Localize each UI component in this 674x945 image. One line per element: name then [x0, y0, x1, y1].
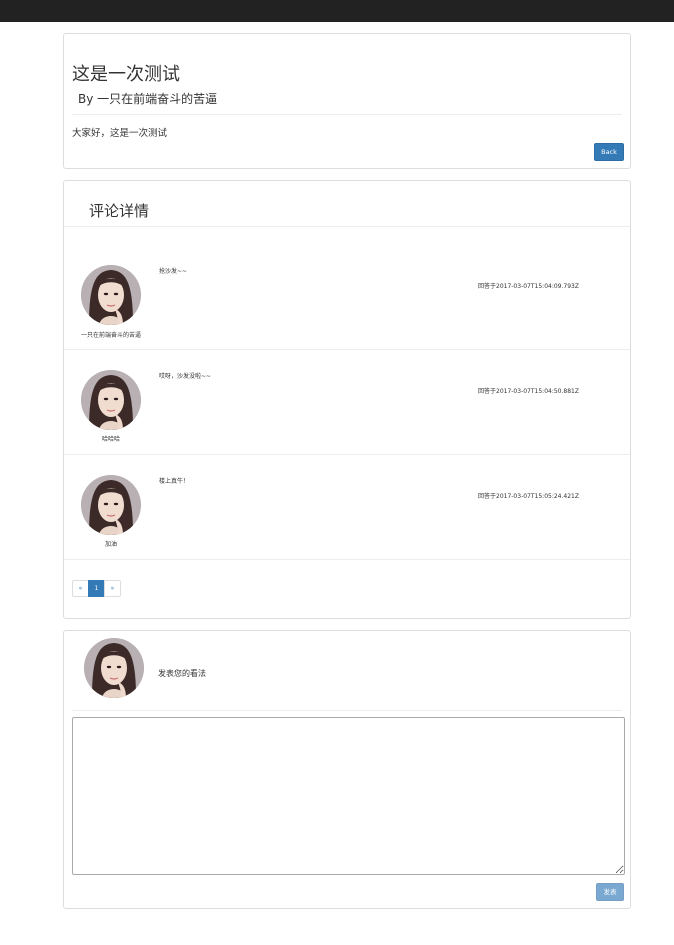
post-title: 这是一次测试: [72, 64, 180, 85]
avatar-portrait-icon: [81, 370, 141, 430]
comment-username: 一只在前端奋斗的苦逼: [80, 332, 141, 339]
avatar-portrait-icon: [84, 638, 144, 698]
current-user-avatar: [84, 638, 144, 698]
reply-prompt-label: 发表您的看法: [158, 669, 206, 678]
avatar: [81, 265, 141, 325]
avatar-portrait-icon: [81, 265, 141, 325]
comment-item: 加油 楼上真牛！ 回答于2017-03-07T15:05:24.421Z: [64, 455, 630, 560]
comment-timestamp: 回答于2017-03-07T15:04:09.793Z: [478, 283, 579, 290]
post-divider: [72, 114, 622, 115]
comment-item: 哈哈哈 哎呀，沙发没啦~~ 回答于2017-03-07T15:04:50.881…: [64, 350, 630, 455]
back-button[interactable]: Back: [594, 143, 624, 161]
post-author: By 一只在前端奋斗的苦逼: [78, 92, 218, 106]
post-body: 大家好，这是一次测试: [72, 128, 168, 139]
comment-timestamp: 回答于2017-03-07T15:04:50.881Z: [478, 388, 579, 395]
comments-title: 评论详情: [89, 202, 150, 220]
comment-username: 哈哈哈: [101, 436, 120, 443]
comment-text: 哎呀，沙发没啦~~: [159, 373, 212, 380]
pagination: « 1 »: [72, 580, 121, 597]
submit-comment-button[interactable]: 发表: [596, 883, 624, 901]
reply-panel: 发表您的看法 发表: [63, 630, 631, 909]
reply-divider: [72, 710, 622, 711]
pagination-page-1[interactable]: 1: [88, 580, 105, 597]
comment-list: 一只在前端奋斗的苦逼 抢沙发~~ 回答于2017-03-07T15:04:09.…: [64, 227, 630, 560]
avatar: [81, 370, 141, 430]
avatar-portrait-icon: [81, 475, 141, 535]
pagination-prev-button[interactable]: «: [72, 580, 89, 597]
post-panel: 这是一次测试 By 一只在前端奋斗的苦逼 大家好，这是一次测试 Back: [63, 33, 631, 169]
pagination-next-button[interactable]: »: [104, 580, 121, 597]
comments-panel: 评论详情 一只在前端奋斗的苦逼 抢沙发~~ 回答于2017-03-07T15:0…: [63, 180, 631, 619]
comment-text: 抢沙发~~: [159, 268, 188, 275]
comment-text: 楼上真牛！: [159, 478, 190, 485]
top-navbar: [0, 0, 674, 22]
comment-timestamp: 回答于2017-03-07T15:05:24.421Z: [478, 493, 579, 500]
comment-username: 加油: [104, 541, 117, 548]
comment-textarea[interactable]: [72, 717, 625, 875]
avatar: [81, 475, 141, 535]
comment-item: 一只在前端奋斗的苦逼 抢沙发~~ 回答于2017-03-07T15:04:09.…: [64, 227, 630, 350]
